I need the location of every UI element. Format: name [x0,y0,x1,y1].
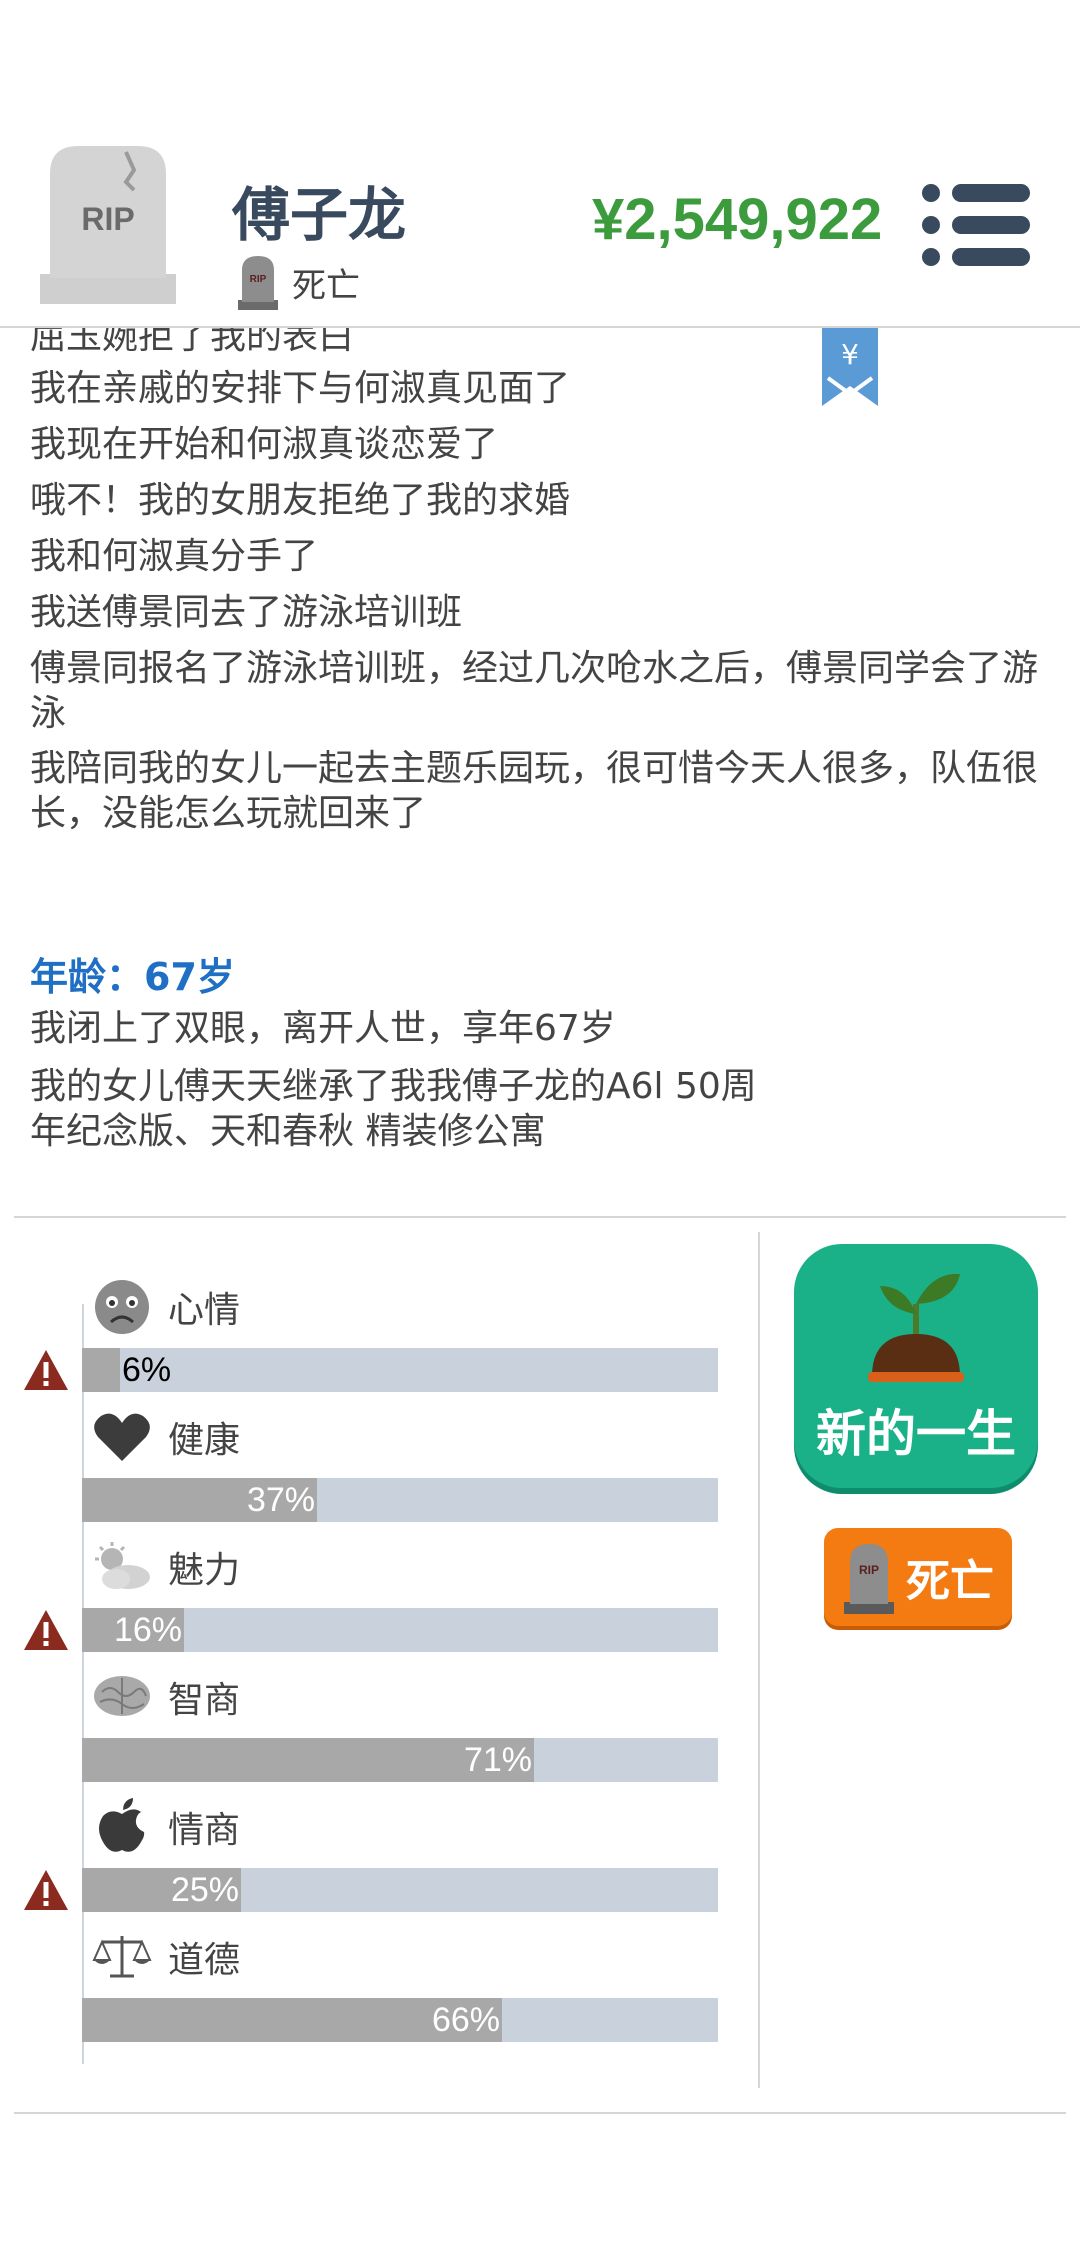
stat-label-row: 心情 [92,1278,240,1336]
stat-bar: 16% [82,1608,718,1652]
event-log: 屈玉婉拒了我的表白 我在亲戚的安排下与何淑真见面了 我现在开始和何淑真谈恋爱了 … [0,328,1080,1188]
tombstone-avatar: RIP [40,146,176,304]
stat-name: 健康 [168,1420,241,1461]
log-entry: 屈玉婉拒了我的表白 [30,328,355,357]
warning-icon [22,1348,70,1392]
log-entry: 我在亲戚的安排下与何淑真见面了 [30,368,571,409]
stat-percent: 66% [431,2001,500,2039]
stat-percent: 6% [122,1351,172,1389]
log-entry: 我闭上了双眼，离开人世，享年67岁 [30,1008,616,1049]
log-entry: 我送傅景同去了游泳培训班 [30,592,463,633]
sprout-icon [868,1273,964,1382]
stat-bar: 25% [82,1868,718,1912]
stat-label-row: 情商 [92,1798,240,1856]
partly-cloudy-icon [92,1537,152,1597]
stat-bar: 66% [82,1998,718,2042]
money-balance: ¥2,549,922 [592,187,883,252]
stats-axis-line [82,1304,84,2064]
svg-text:RIP: RIP [81,201,134,237]
svg-text:¥: ¥ [841,338,859,371]
stat-percent: 25% [170,1871,239,1909]
log-entry: 我陪同我的女儿一起去主题乐园玩，很可惜今天人很多，队伍很长，没能怎么玩就回来了 [30,748,1039,834]
status-indicator: RIP 死亡 [236,252,360,312]
stat-label-row: 健康 [92,1408,240,1466]
age-heading: 年龄：67岁 [30,955,235,999]
svg-text:RIP: RIP [250,274,267,285]
warning-icon [22,1868,70,1912]
status-label: 死亡 [292,265,360,306]
new-life-label: 新的一生 [816,1405,1016,1463]
stat-name: 心情 [168,1290,241,1331]
divider [14,1216,1066,1218]
stat-bar: 71% [82,1738,718,1782]
stat-name: 智商 [168,1680,241,1721]
stat-name: 道德 [168,1940,241,1981]
header: RIP 傅子龙 RIP 死亡 ¥2,549,922 [0,0,1080,328]
menu-button[interactable] [922,184,1030,266]
stat-label-row: 道德 [92,1928,240,1986]
log-entry: 傅景同报名了游泳培训班，经过几次呛水之后，傅景同学会了游泳 [30,648,1039,734]
stat-percent: 37% [246,1481,315,1519]
stats-divider [758,1232,760,2088]
stat-bar-fill [82,1348,120,1392]
tombstone-icon: RIP [238,256,278,310]
sad-face-icon [92,1277,152,1337]
warning-icon [22,1608,70,1652]
divider [14,2112,1066,2114]
stat-name: 魅力 [168,1550,241,1591]
log-entry: 我现在开始和何淑真谈恋爱了 [30,424,499,465]
yuan-bookmark-icon[interactable]: ¥ [822,328,878,406]
character-name: 傅子龙 [232,181,407,249]
scales-icon [92,1927,152,1987]
stat-label-row: 魅力 [92,1538,240,1596]
apple-icon [92,1797,152,1857]
brain-icon [92,1667,152,1727]
svg-text:RIP: RIP [859,1563,879,1577]
death-button[interactable]: RIP 死亡 [824,1528,1012,1626]
stat-name: 情商 [168,1810,241,1851]
new-life-button[interactable]: 新的一生 [794,1244,1038,1488]
death-label: 死亡 [906,1556,994,1607]
stat-label-row: 智商 [92,1668,240,1726]
log-entry: 我和何淑真分手了 [30,536,319,577]
stat-percent: 71% [463,1741,532,1779]
stat-bar: 6% [82,1348,718,1392]
log-entry: 我的女儿傅天天继承了我我傅子龙的A6l 50周年纪念版、天和春秋 精装修公寓 [30,1066,757,1152]
tombstone-icon: RIP [844,1544,894,1614]
log-entry: 哦不！我的女朋友拒绝了我的求婚 [30,480,571,521]
stat-bar: 37% [82,1478,718,1522]
stat-percent: 16% [113,1611,182,1649]
heart-icon [92,1407,152,1467]
